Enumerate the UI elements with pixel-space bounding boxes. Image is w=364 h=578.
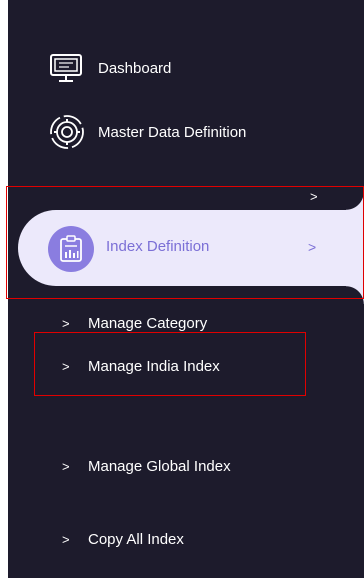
chevron-right-icon: > (62, 315, 70, 331)
chevron-right-icon: > (310, 189, 318, 204)
sidebar-item-label: Dashboard (98, 59, 172, 77)
clipboard-chart-icon (48, 226, 94, 272)
submenu-item-manage-global-index[interactable]: > Manage Global Index (62, 454, 231, 478)
sidebar: Dashboard Master Data Definition > Index… (8, 0, 364, 578)
submenu-item-copy-all-index[interactable]: > Copy All Index (62, 527, 184, 551)
submenu-item-label: Manage India Index (88, 357, 220, 375)
sidebar-item-label: Index Definition (106, 238, 210, 255)
sidebar-item-dashboard[interactable]: Dashboard (48, 48, 171, 88)
chevron-right-icon: > (62, 358, 70, 374)
sidebar-item-label: Master Data Definition (98, 123, 247, 141)
submenu-item-label: Manage Category (88, 314, 208, 332)
chevron-right-icon: > (62, 458, 70, 474)
gear-icon (48, 113, 86, 151)
chevron-right-icon: > (308, 239, 317, 255)
submenu-item-manage-india-index[interactable]: > Manage India Index (62, 354, 220, 378)
monitor-icon (48, 50, 84, 86)
submenu-item-label: Copy All Index (88, 530, 184, 548)
sidebar-item-index-definition[interactable]: Index Definition > (18, 192, 364, 304)
submenu-item-label: Manage Global Index (88, 457, 231, 475)
chevron-right-icon: > (62, 531, 70, 547)
submenu-item-manage-category[interactable]: > Manage Category (62, 311, 207, 335)
sidebar-item-master-data-definition[interactable]: Master Data Definition (48, 112, 246, 152)
